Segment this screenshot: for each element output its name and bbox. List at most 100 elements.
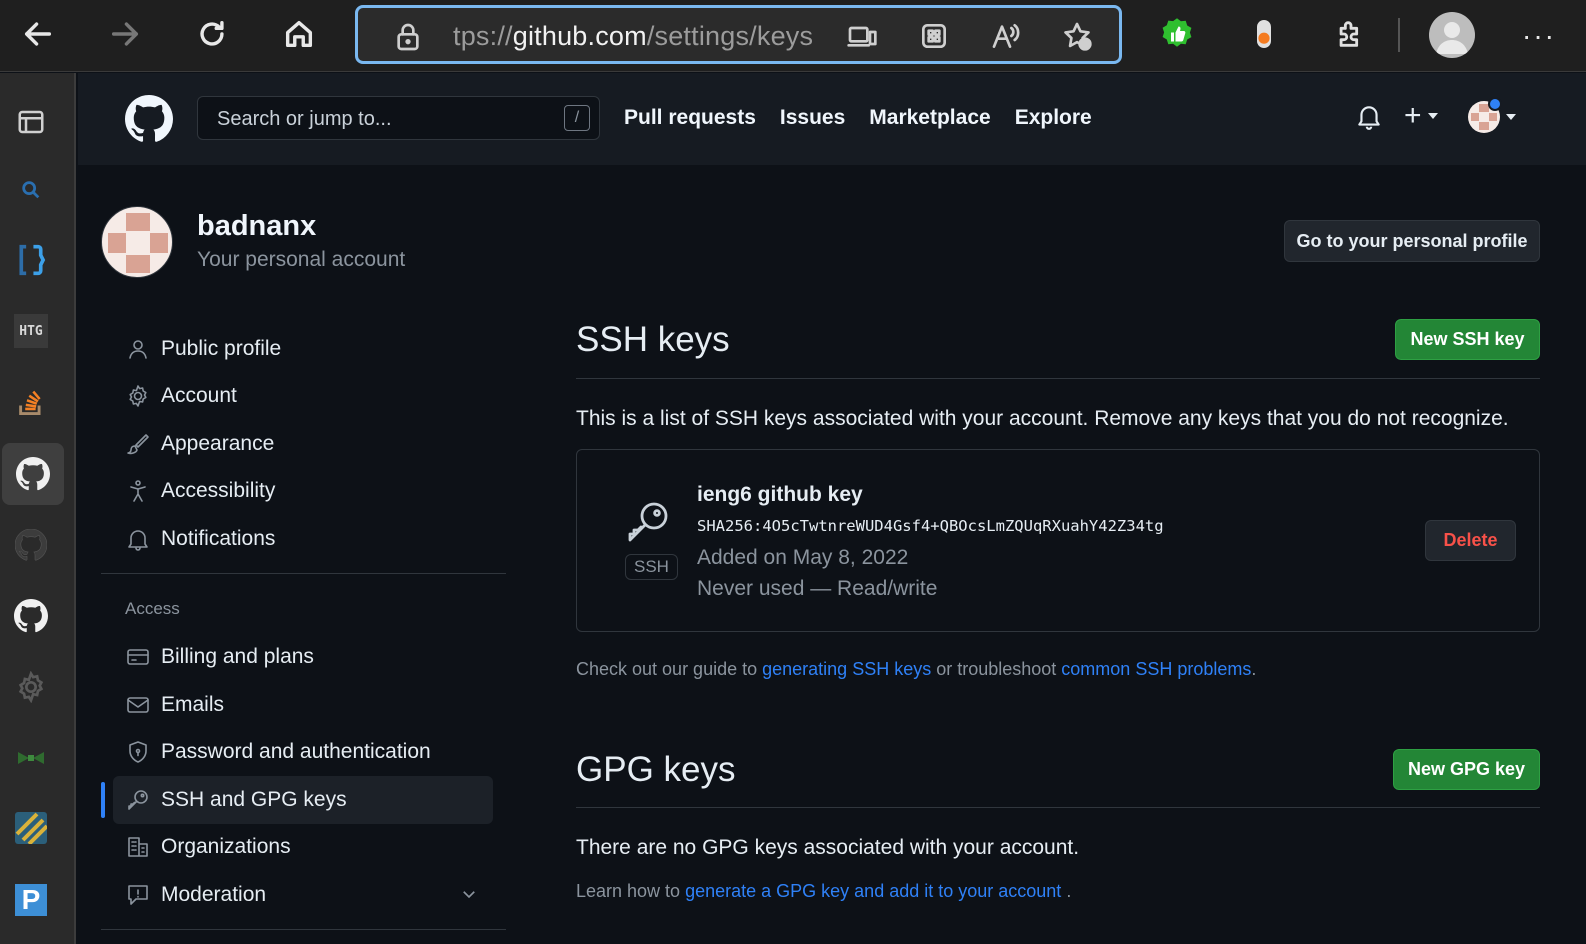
- address-bar[interactable]: tps://github.com/settings/keys: [355, 5, 1122, 64]
- menu-item-label: Moderation: [161, 882, 267, 906]
- menu-item-accessibility[interactable]: Accessibility: [101, 468, 506, 516]
- menu-item-billing[interactable]: Billing and plans: [101, 634, 506, 682]
- create-new-dropdown[interactable]: +: [1404, 101, 1440, 131]
- search-shortcut-key: /: [564, 105, 590, 131]
- app-available-icon[interactable]: [846, 20, 880, 54]
- menu-item-label: Billing and plans: [161, 645, 314, 669]
- menu-item-emails[interactable]: Emails: [101, 681, 506, 729]
- sidebar-p-app-icon[interactable]: P: [0, 869, 62, 931]
- caret-down-icon: [1506, 114, 1516, 120]
- delete-ssh-key-button[interactable]: Delete: [1425, 520, 1516, 561]
- ssh-key-fingerprint: SHA256:4O5cTwtnreWUD4Gsf4+QBOcsLmZQUqRXu…: [697, 517, 1164, 535]
- settings-menu: Public profile Account Appearance Access…: [101, 325, 506, 940]
- accessibility-icon: [125, 478, 151, 504]
- sidebar-stackoverflow-icon[interactable]: [0, 371, 62, 433]
- organization-icon: [125, 834, 151, 860]
- more-options-button[interactable]: ···: [1522, 20, 1556, 52]
- person-icon: [125, 336, 151, 362]
- top-nav: Pull requests Issues Marketplace Explore: [624, 106, 1092, 130]
- ssh-divider: [576, 378, 1540, 379]
- read-aloud-icon[interactable]: [990, 20, 1024, 54]
- unread-dot: [1488, 97, 1502, 111]
- nav-issues[interactable]: Issues: [780, 106, 845, 130]
- address-url[interactable]: tps://github.com/settings/keys: [453, 21, 813, 52]
- sidebar-github-active-icon[interactable]: [2, 443, 64, 505]
- sidebar-github-icon[interactable]: [0, 514, 62, 576]
- refresh-button[interactable]: [190, 12, 234, 56]
- menu-item-password[interactable]: Password and authentication: [101, 729, 506, 777]
- menu-heading-access: Access: [125, 598, 180, 618]
- guide-suffix: .: [1251, 659, 1257, 679]
- key-icon: [125, 787, 151, 813]
- ssh-key-name: ieng6 github key: [697, 483, 863, 506]
- browser-toolbar: tps://github.com/settings/keys ···: [0, 0, 1586, 72]
- gpg-divider: [576, 807, 1540, 808]
- sidebar-brackets-icon[interactable]: [0, 229, 62, 291]
- learn-prefix: Learn how to: [576, 881, 686, 901]
- sidebar-bowtie-icon[interactable]: [0, 727, 62, 789]
- ssh-keys-title: SSH keys: [576, 320, 730, 359]
- sidebar-pane-icon[interactable]: [0, 91, 62, 153]
- sidebar-htg-icon[interactable]: HTG: [0, 300, 62, 362]
- sidebar-search-icon[interactable]: [0, 159, 62, 221]
- nav-pull-requests[interactable]: Pull requests: [624, 106, 756, 130]
- nav-marketplace[interactable]: Marketplace: [869, 106, 990, 130]
- notifications-bell-icon[interactable]: [1356, 103, 1382, 136]
- menu-item-ssh-gpg-keys[interactable]: SSH and GPG keys: [101, 776, 493, 824]
- menu-item-moderation[interactable]: Moderation: [101, 871, 506, 919]
- sidebar-settings-icon[interactable]: [0, 656, 62, 718]
- account-username[interactable]: badnanx: [197, 210, 316, 243]
- arrow-right-icon: [111, 22, 139, 46]
- chevron-down-icon[interactable]: [460, 885, 478, 909]
- menu-item-label: Public profile: [161, 336, 282, 360]
- user-menu-dropdown[interactable]: [1468, 97, 1518, 133]
- menu-item-organizations[interactable]: Organizations: [101, 824, 506, 872]
- gpg-keys-title: GPG keys: [576, 750, 736, 789]
- github-header: Search or jump to... / Pull requests Iss…: [78, 73, 1586, 165]
- menu-divider: [101, 928, 506, 930]
- thumbs-up-extension-icon[interactable]: [1155, 12, 1199, 56]
- apps-grid-icon[interactable]: [918, 20, 952, 54]
- guide-prefix: Check out our guide to: [576, 659, 763, 679]
- favorite-add-icon[interactable]: [1061, 20, 1095, 54]
- menu-item-label: Organizations: [161, 835, 291, 859]
- forward-button[interactable]: [103, 12, 147, 56]
- caret-down-icon: [1427, 113, 1438, 119]
- arrow-left-icon: [24, 22, 52, 46]
- go-to-profile-button[interactable]: Go to your personal profile: [1284, 220, 1540, 262]
- new-gpg-key-button[interactable]: New GPG key: [1393, 749, 1540, 790]
- shield-icon: [125, 739, 151, 765]
- new-ssh-key-button[interactable]: New SSH key: [1395, 319, 1540, 360]
- browser-profile-avatar[interactable]: [1429, 12, 1475, 58]
- menu-item-account[interactable]: Account: [101, 373, 506, 421]
- sidebar-stripes-icon[interactable]: [0, 797, 62, 859]
- extension-capsule-icon[interactable]: [1242, 12, 1286, 56]
- ssh-guide-text: Check out our guide to generating SSH ke…: [576, 659, 1256, 680]
- search-input[interactable]: Search or jump to... /: [197, 96, 600, 140]
- home-button[interactable]: [277, 12, 321, 56]
- menu-item-notifications[interactable]: Notifications: [101, 515, 506, 563]
- nav-explore[interactable]: Explore: [1015, 106, 1092, 130]
- ssh-description: This is a list of SSH keys associated wi…: [576, 407, 1509, 430]
- menu-item-label: Account: [161, 384, 237, 408]
- menu-item-label: Emails: [161, 692, 225, 716]
- bell-icon: [125, 526, 151, 552]
- lock-icon[interactable]: [392, 21, 426, 55]
- github-logo-icon[interactable]: [125, 95, 173, 148]
- ssh-key-usage: Never used — Read/write: [697, 577, 938, 600]
- ssh-key-card: SSH ieng6 github key SHA256:4O5cTwtnreWU…: [576, 449, 1540, 632]
- home-icon: [285, 20, 313, 48]
- gpg-learn-text: Learn how to generate a GPG key and add …: [576, 881, 1071, 902]
- report-icon: [125, 882, 151, 908]
- generate-gpg-key-link[interactable]: generate a GPG key and add it to your ac…: [685, 881, 1061, 901]
- extensions-puzzle-icon[interactable]: [1329, 12, 1373, 56]
- menu-item-public-profile[interactable]: Public profile: [101, 325, 506, 373]
- back-button[interactable]: [16, 12, 60, 56]
- generating-ssh-keys-link[interactable]: generating SSH keys: [762, 659, 931, 679]
- menu-item-appearance[interactable]: Appearance: [101, 420, 506, 468]
- menu-item-label: Appearance: [161, 431, 275, 455]
- account-avatar[interactable]: [101, 206, 173, 278]
- common-ssh-problems-link[interactable]: common SSH problems: [1061, 659, 1251, 679]
- account-subtitle: Your personal account: [197, 248, 406, 271]
- sidebar-github-second-icon[interactable]: [0, 585, 62, 647]
